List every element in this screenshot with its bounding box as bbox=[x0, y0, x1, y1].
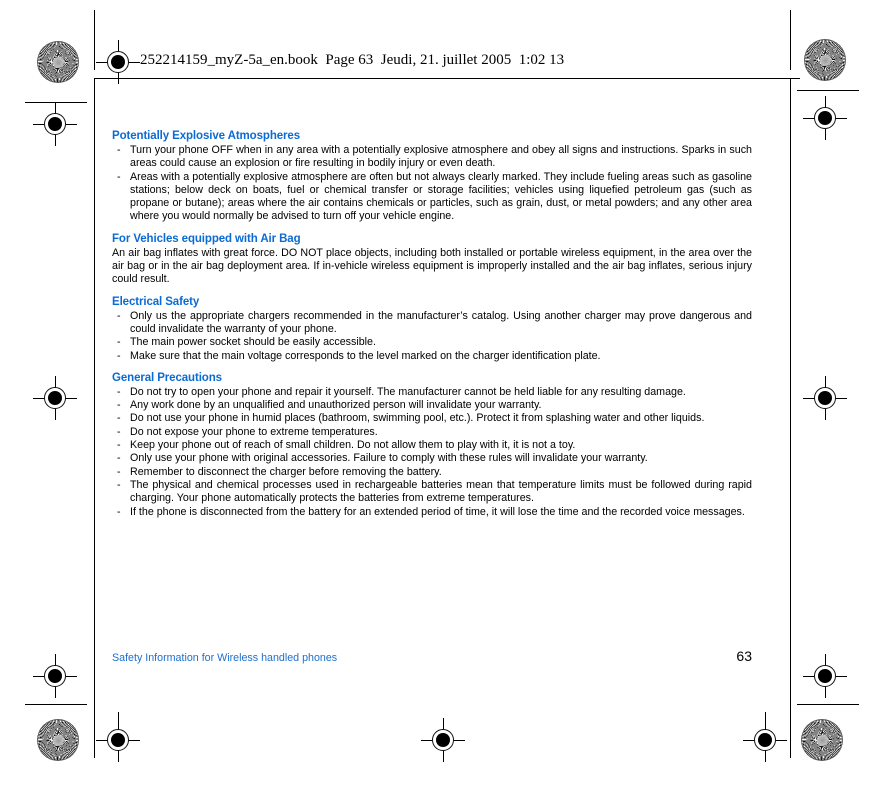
reg-mark-top-right bbox=[803, 96, 847, 140]
trim-line-left-vertical-body bbox=[94, 78, 95, 758]
page-footer: Safety Information for Wireless handled … bbox=[112, 648, 752, 664]
bullet-dash-marker: - bbox=[117, 452, 121, 465]
trim-line-right-vertical bbox=[790, 10, 791, 70]
bullet-item: - Remember to disconnect the charger befo… bbox=[117, 465, 442, 478]
bullet-item: - Only use your phone with original acces… bbox=[117, 452, 648, 465]
bullet-list: - Do not try to open your phone and repai… bbox=[112, 386, 752, 519]
trim-line-left-vertical bbox=[94, 10, 95, 70]
trim-line-top-right-horizontal bbox=[797, 90, 859, 91]
reg-mark-right-lower bbox=[803, 654, 847, 698]
bullet-dash-marker: - bbox=[117, 465, 121, 478]
bullet-dash-marker: - bbox=[117, 170, 121, 183]
trim-line-bottom-right-horizontal bbox=[797, 704, 859, 705]
section-heading: Potentially Explosive Atmospheres bbox=[112, 130, 301, 142]
bullet-dash-marker: - bbox=[117, 309, 121, 322]
bullet-dash-marker: - bbox=[117, 425, 121, 438]
bullet-item: - The main power socket should be easily … bbox=[117, 336, 376, 349]
bullet-dash-marker: - bbox=[117, 439, 121, 452]
section-paragraph: An air bag inflates with great force. DO… bbox=[112, 246, 752, 286]
reg-mark-left-middle bbox=[33, 376, 77, 420]
trim-line-right-vertical-body bbox=[790, 78, 791, 758]
bullet-item: - Keep your phone out of reach of small c… bbox=[117, 439, 576, 452]
bullet-item: - If the phone is disconnected from the b… bbox=[117, 505, 745, 518]
bullet-dash-marker: - bbox=[117, 505, 121, 518]
starburst-top-right bbox=[804, 39, 846, 81]
trim-line-bottom-left-horizontal bbox=[25, 704, 87, 705]
document-header-slug: 252214159_myZ-5a_en.book Page 63 Jeudi, … bbox=[140, 52, 565, 68]
section-heading: For Vehicles equipped with Air Bag bbox=[112, 232, 301, 245]
reg-mark-right-middle bbox=[803, 376, 847, 420]
bullet-item: - Do not try to open your phone and repai… bbox=[117, 385, 686, 398]
reg-mark-bottom-center bbox=[421, 718, 465, 762]
bullet-dash-marker: - bbox=[117, 399, 121, 412]
bullet-item: - The physical and chemical processes use… bbox=[117, 478, 752, 505]
reg-mark-bottom-right bbox=[743, 718, 787, 762]
starburst-top-left bbox=[37, 41, 79, 83]
page-content: Potentially Explosive Atmospheres - Turn y… bbox=[112, 130, 752, 519]
bullet-dash-marker: - bbox=[117, 385, 121, 398]
header-rule bbox=[94, 78, 800, 79]
reg-mark-bottom-left bbox=[96, 718, 140, 762]
bullet-item: - Only us the appropriate chargers recomm… bbox=[117, 309, 752, 335]
section-heading: General Precautions bbox=[112, 371, 222, 384]
bullet-item: - Do not use your phone in humid places (… bbox=[117, 412, 705, 425]
bullet-dash-marker: - bbox=[117, 336, 121, 349]
bullet-dash-marker: - bbox=[117, 144, 121, 156]
bullet-list: - Only us the appropriate chargers recomm… bbox=[112, 310, 752, 363]
starburst-bottom-left bbox=[37, 719, 79, 761]
bullet-dash-marker: - bbox=[117, 412, 121, 425]
bullet-item: - Areas with a potentially explosive atmo… bbox=[117, 170, 752, 223]
starburst-bottom-right bbox=[801, 719, 843, 761]
bullet-list: - Turn your phone OFF when in any area wi… bbox=[112, 144, 752, 224]
bullet-item: - Do not expose your phone to extreme tem… bbox=[117, 425, 378, 438]
bullet-item: - Make sure that the main voltage corresp… bbox=[117, 349, 601, 362]
bullet-item: - Any work done by an unqualified and una… bbox=[117, 399, 542, 412]
bullet-dash-marker: - bbox=[117, 349, 121, 362]
reg-mark-left-lower bbox=[33, 654, 77, 698]
reg-mark-left-upper bbox=[33, 102, 77, 146]
bullet-dash-marker: - bbox=[117, 478, 121, 491]
bullet-item: - Turn your phone OFF when in any area wi… bbox=[117, 144, 752, 170]
footer-chapter-title: Safety Information for Wireless handled … bbox=[112, 652, 338, 664]
section-heading: Electrical Safety bbox=[112, 295, 200, 308]
footer-page-number: 63 bbox=[736, 648, 752, 664]
